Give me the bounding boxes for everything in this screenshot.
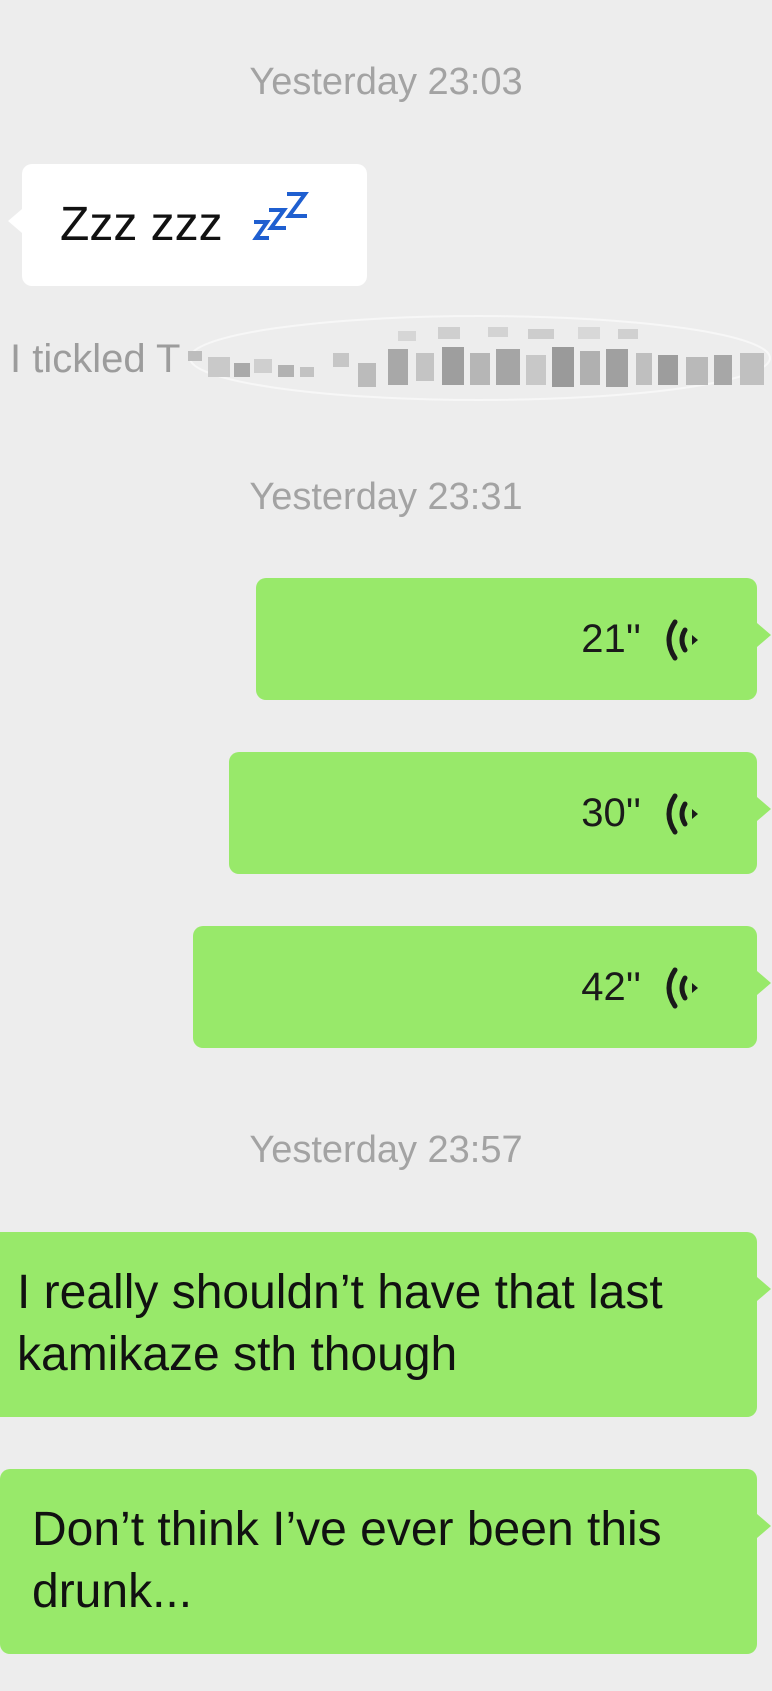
timestamp: Yesterday 23:03 (249, 61, 523, 103)
outgoing-text-message[interactable]: Don’t think I’ve ever been this drunk... (0, 1469, 771, 1654)
voice-duration: 30'' (581, 791, 641, 835)
pixelated-redaction (188, 315, 771, 401)
incoming-message-bubble[interactable]: Zzz zzz (8, 164, 367, 286)
outgoing-voice-message[interactable]: 21'' (256, 578, 771, 700)
voice-wave-icon (666, 793, 698, 835)
voice-duration: 21'' (581, 617, 641, 661)
voice-wave-icon (666, 619, 698, 661)
system-tickle-notice: I tickled T (0, 305, 772, 415)
voice-duration: 42'' (581, 965, 641, 1009)
system-notice-text: I tickled T (10, 337, 181, 381)
outgoing-voice-message[interactable]: 30'' (229, 752, 771, 874)
message-text: Zzz zzz (60, 198, 223, 251)
timestamp: Yesterday 23:57 (249, 1129, 523, 1171)
message-text: I really shouldn’t have that last kamika… (17, 1266, 663, 1381)
outgoing-voice-message[interactable]: 42'' (193, 926, 771, 1048)
outgoing-text-message[interactable]: I really shouldn’t have that last kamika… (0, 1232, 771, 1417)
message-text: Don’t think I’ve ever been this drunk... (32, 1503, 662, 1618)
voice-wave-icon (666, 967, 698, 1009)
timestamp: Yesterday 23:31 (249, 476, 523, 518)
sleeping-zzz-icon (252, 192, 309, 240)
